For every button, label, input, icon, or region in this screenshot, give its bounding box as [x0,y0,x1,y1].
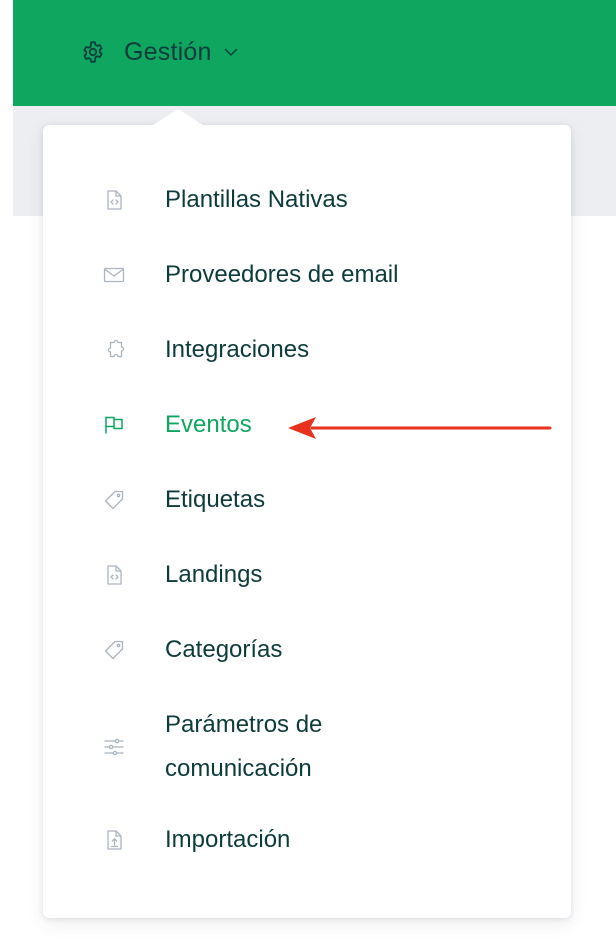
menu-item-etiquetas[interactable]: Etiquetas [43,478,571,522]
code-file-icon [103,564,125,586]
menu-item-label: Proveedores de email [165,261,399,288]
menu-item-categorias[interactable]: Categorías [43,628,571,672]
menu-item-label: Integraciones [165,336,310,363]
gestion-menu-trigger[interactable]: Gestión [80,32,238,72]
code-file-icon [103,189,125,211]
tag-icon [103,639,125,661]
envelope-icon [103,264,125,286]
menu-item-label: Importación [165,826,291,853]
upload-file-icon [103,829,125,851]
menu-item-label: Landings [165,561,263,588]
tag-icon [103,489,125,511]
menu-item-label: Categorías [165,636,283,663]
sliders-icon [103,736,125,758]
menu-item-parametros-comunicacion[interactable]: Parámetros de comunicación [43,703,571,791]
dropdown-caret [150,109,206,127]
chevron-down-icon [224,48,238,57]
menu-item-proveedores-email[interactable]: Proveedores de email [43,253,571,297]
menu-item-integraciones[interactable]: Integraciones [43,328,571,372]
menu-item-label: Plantillas Nativas [165,186,348,213]
gestion-menu-label: Gestión [124,37,212,66]
menu-item-label: Etiquetas [165,486,266,513]
gear-icon [80,39,106,65]
annotation-arrow-icon [288,417,552,439]
menu-item-plantillas-nativas[interactable]: Plantillas Nativas [43,178,571,222]
menu-item-label: Eventos [165,411,252,438]
menu-item-label-line2: comunicación [165,755,312,782]
menu-item-landings[interactable]: Landings [43,553,571,597]
puzzle-icon [103,339,125,361]
menu-item-importacion[interactable]: Importación [43,818,571,862]
menu-item-label-line1: Parámetros de [165,711,323,738]
flag-icon [103,414,125,436]
